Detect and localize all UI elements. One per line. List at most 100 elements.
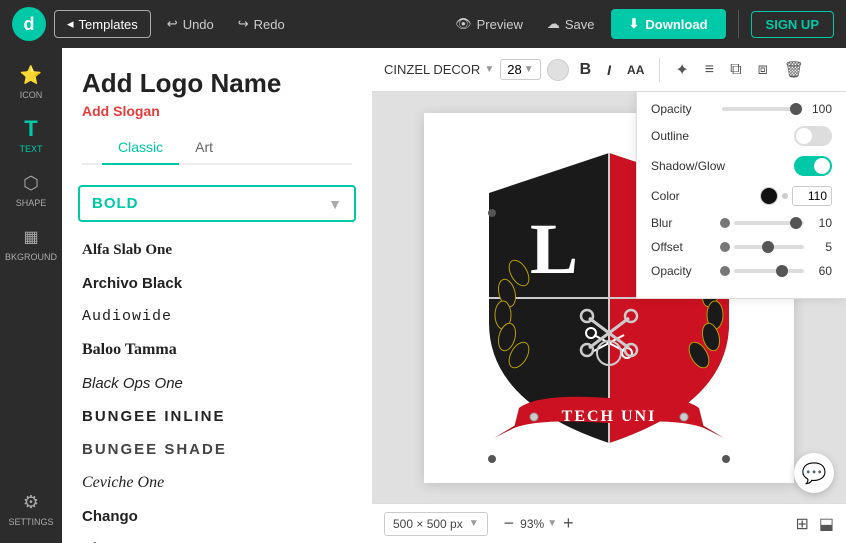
list-item[interactable]: Chango (62, 500, 372, 533)
zoom-out-button[interactable]: − (504, 513, 515, 534)
chat-bubble-button[interactable]: 💬 (794, 453, 834, 493)
color-dots (782, 193, 788, 199)
font-selector-arrow-icon: ▼ (328, 196, 342, 212)
list-item[interactable]: BUNGEE SHADE (62, 433, 372, 466)
font-selector[interactable]: BOLD ▼ (78, 185, 356, 222)
svg-text:L: L (530, 209, 578, 289)
format-font-name[interactable]: CINZEL DECOR ▼ (384, 62, 494, 77)
status-right: ⊞ ⬓ (795, 514, 834, 534)
selection-handle-bl[interactable] (488, 455, 496, 463)
zoom-percentage: 93% (520, 517, 544, 531)
shadow-panel: Opacity 100 Outline Shadow/Glow (636, 92, 846, 299)
redo-icon: ↪ (238, 16, 249, 32)
blur-track[interactable] (734, 221, 804, 225)
list-item[interactable]: Chewy (62, 533, 372, 543)
opacity2-value: 60 (808, 264, 832, 278)
bold-button[interactable]: B (575, 58, 597, 82)
sidebar-item-bkground[interactable]: ▦ BKGROUND (0, 218, 62, 270)
canvas-area: CINZEL DECOR ▼ 28 ▼ B I AA ✦ ≡ ⧉ ⧈ 🗑 Opa… (372, 48, 846, 543)
font-tabs: Classic Art (82, 131, 352, 165)
color-dot[interactable] (782, 193, 788, 199)
sidebar-item-icon[interactable]: ⭐ ICON (0, 56, 62, 108)
opacity-track (722, 107, 802, 111)
zoom-controls: − 93% ▼ + (504, 513, 574, 534)
sidebar-item-bkground-label: BKGROUND (5, 252, 57, 262)
zoom-in-button[interactable]: + (563, 513, 574, 534)
list-item[interactable]: BUNGEE INLINE (62, 400, 372, 433)
layers-icon-button[interactable]: ⧉ (725, 58, 746, 82)
sparkle-icon-button[interactable]: ✦ (670, 57, 693, 83)
outline-toggle[interactable] (794, 126, 832, 146)
color-controls (760, 186, 832, 206)
canvas-size-chevron-icon: ▼ (469, 518, 479, 529)
align-icon-button[interactable]: ≡ (700, 58, 719, 82)
selection-handle-tl[interactable] (488, 209, 496, 217)
preview-label: Preview (477, 17, 523, 32)
left-panel: Add Logo Name Add Slogan Classic Art BOL… (62, 48, 372, 543)
offset-track[interactable] (734, 245, 804, 249)
sidebar-item-text[interactable]: T TEXT (0, 110, 62, 162)
zoom-value-display[interactable]: 93% ▼ (520, 517, 557, 531)
offset-row: Offset 5 (651, 240, 832, 254)
main-toolbar: d ◂ Templates ↩ Undo ↪ Redo 👁 Preview ☁ … (0, 0, 846, 48)
save-label: Save (565, 17, 595, 32)
save-button[interactable]: ☁ Save (539, 11, 603, 37)
aa-button[interactable]: AA (622, 60, 649, 80)
blur-label: Blur (651, 216, 672, 230)
chat-icon: 💬 (802, 461, 827, 486)
opacity2-thumb (776, 265, 788, 277)
redo-button[interactable]: ↪ Redo (230, 11, 293, 37)
list-item[interactable]: Baloo Tamma (62, 333, 372, 367)
font-selector-label: BOLD (92, 195, 139, 212)
save-icon: ☁ (547, 16, 560, 32)
logo-slogan[interactable]: Add Slogan (82, 103, 352, 119)
list-item[interactable]: Ceviche One (62, 466, 372, 500)
logo-name-title[interactable]: Add Logo Name (82, 68, 352, 99)
font-name-chevron-icon: ▼ (484, 64, 494, 75)
list-item[interactable]: Archivo Black (62, 267, 372, 300)
opacity-thumb (790, 103, 802, 115)
list-item[interactable]: Audiowide (62, 300, 372, 333)
download-button[interactable]: ⬇ Download (611, 9, 726, 39)
eye-icon: 👁 (455, 16, 472, 32)
templates-label: Templates (79, 17, 138, 32)
list-item[interactable]: Alfa Slab One (62, 234, 372, 267)
duplicate-icon-button[interactable]: ⧈ (753, 58, 773, 82)
format-color-circle[interactable] (547, 59, 569, 81)
format-font-size[interactable]: 28 ▼ (500, 59, 540, 80)
tab-art[interactable]: Art (179, 131, 229, 165)
list-item[interactable]: Black Ops One (62, 367, 372, 400)
format-bar: CINZEL DECOR ▼ 28 ▼ B I AA ✦ ≡ ⧉ ⧈ 🗑 (372, 48, 846, 92)
opacity-label: Opacity (651, 102, 692, 116)
signup-button[interactable]: SIGN UP (751, 11, 834, 38)
font-name-value: CINZEL DECOR (384, 62, 480, 77)
undo-button[interactable]: ↩ Undo (159, 11, 222, 37)
shape-icon: ⬡ (20, 172, 42, 194)
grid-button[interactable]: ⊞ (795, 514, 808, 534)
templates-button[interactable]: ◂ Templates (54, 10, 151, 38)
offset-thumb (762, 241, 774, 253)
selection-handle-br[interactable] (722, 455, 730, 463)
app-logo: d (12, 7, 46, 41)
download-label: Download (645, 17, 707, 32)
tab-classic[interactable]: Classic (102, 131, 179, 165)
undo-label: Undo (183, 17, 214, 32)
zoom-chevron-icon: ▼ (547, 518, 557, 529)
delete-icon-button[interactable]: 🗑 (779, 57, 809, 83)
preview-button[interactable]: 👁 Preview (447, 11, 531, 37)
sidebar-item-settings[interactable]: ⚙ SETTINGS (0, 483, 62, 543)
italic-button[interactable]: I (602, 59, 616, 81)
outline-label: Outline (651, 129, 689, 143)
color-value-input[interactable] (792, 186, 832, 206)
sidebar-item-shape[interactable]: ⬡ SHAPE (0, 164, 62, 216)
font-size-value: 28 (507, 62, 521, 77)
opacity-slider[interactable]: 100 (722, 102, 832, 116)
color-swatch[interactable] (760, 187, 778, 205)
opacity2-track[interactable] (734, 269, 804, 273)
align-bottom-button[interactable]: ⬓ (819, 514, 834, 534)
shadow-glow-toggle[interactable] (794, 156, 832, 176)
outline-toggle-knob (796, 128, 812, 144)
blur-thumb (790, 217, 802, 229)
canvas-size-button[interactable]: 500 × 500 px ▼ (384, 512, 488, 536)
opacity-row: Opacity 100 (651, 102, 832, 116)
